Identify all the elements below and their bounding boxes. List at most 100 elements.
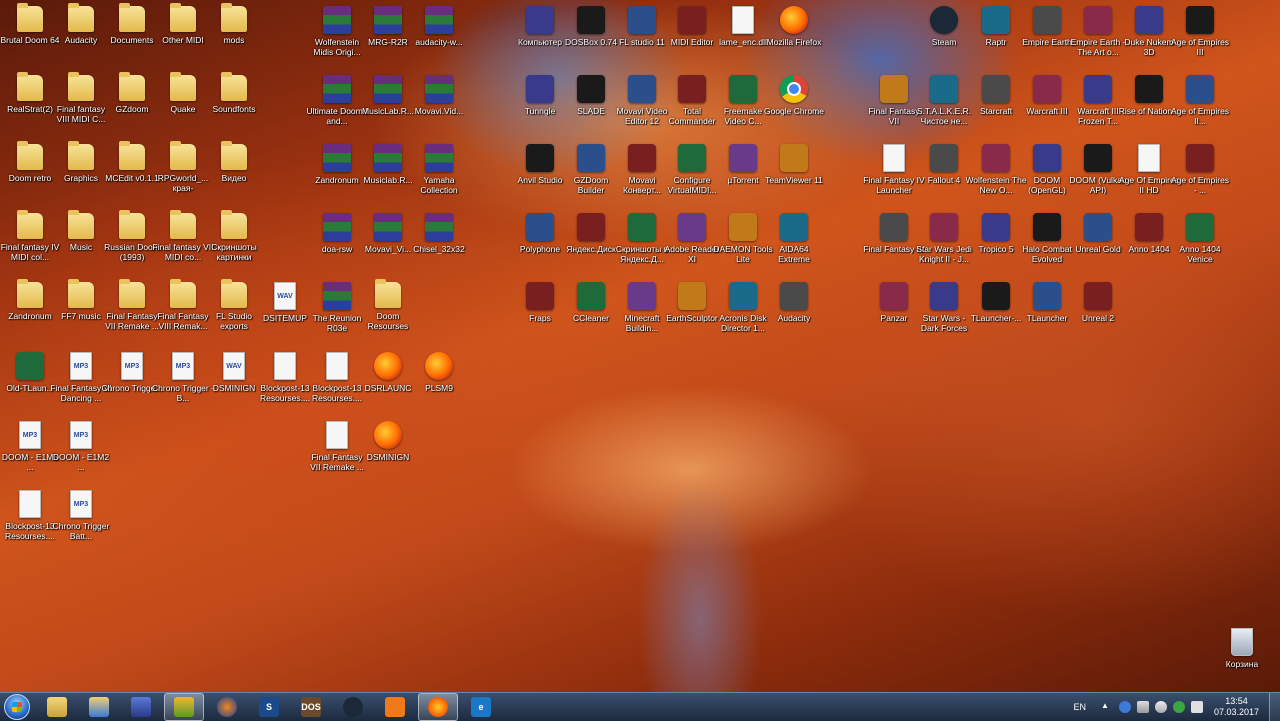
taskbar-button-edge[interactable]: e bbox=[462, 694, 500, 720]
app-icon bbox=[628, 282, 656, 310]
document-icon bbox=[19, 490, 41, 518]
firefox-icon bbox=[428, 697, 448, 717]
desktop-icon[interactable]: Корзина bbox=[1212, 628, 1272, 669]
app-icon bbox=[526, 75, 554, 103]
taskbar-button-libraries[interactable] bbox=[80, 694, 118, 720]
winrar-archive-icon bbox=[323, 282, 351, 310]
winrar-archive-icon bbox=[374, 213, 402, 241]
folder-icon bbox=[17, 210, 43, 239]
app-icon bbox=[880, 213, 908, 241]
app-icon bbox=[1033, 6, 1061, 34]
taskbar-button-slade[interactable]: S bbox=[250, 694, 288, 720]
document-icon bbox=[883, 144, 905, 172]
desktop-icon[interactable]: Google Chrome bbox=[764, 75, 824, 116]
app-icon bbox=[577, 144, 605, 172]
taskbar-button-fl-studio[interactable] bbox=[164, 693, 204, 721]
firefox-icon bbox=[374, 352, 402, 380]
desktop-icon[interactable]: MP3 Chrono Trigger Batt... bbox=[51, 490, 111, 541]
desktop-icon[interactable]: Doom Resourses bbox=[358, 279, 418, 331]
desktop-icon[interactable]: AIDA64 Extreme bbox=[764, 213, 824, 264]
help-icon[interactable] bbox=[1118, 701, 1131, 713]
desktop-icon[interactable]: Видео bbox=[204, 141, 264, 183]
slade-icon: S bbox=[259, 697, 279, 717]
clock-time: 13:54 bbox=[1225, 696, 1248, 706]
folder-icon bbox=[221, 279, 247, 308]
app-icon bbox=[982, 213, 1010, 241]
desktop-icon[interactable]: Audacity bbox=[764, 282, 824, 323]
desktop-icon-label: Yamaha Collection bbox=[420, 175, 458, 195]
clock[interactable]: 13:54 07.03.2017 bbox=[1214, 696, 1259, 718]
firefox-icon bbox=[374, 421, 402, 449]
desktop-icon[interactable]: Star Wars - Dark Forces bbox=[914, 282, 974, 333]
taskbar-button-dosbox[interactable]: DOS bbox=[292, 694, 330, 720]
show-desktop-button[interactable] bbox=[1269, 693, 1280, 721]
desktop-icon[interactable]: Mozilla Firefox bbox=[764, 6, 824, 47]
desktop-icon[interactable]: S.T.A.L.K.E.R. Чистое не... bbox=[914, 75, 974, 126]
folder-icon bbox=[68, 141, 94, 170]
document-icon bbox=[1138, 144, 1160, 172]
app-icon bbox=[880, 75, 908, 103]
system-tray: EN ▲ 13:54 07.03.2017 bbox=[1073, 693, 1280, 721]
desktop-icon[interactable]: Soundfonts bbox=[204, 72, 264, 114]
firefox-icon bbox=[780, 6, 808, 34]
clock-date: 07.03.2017 bbox=[1213, 707, 1259, 717]
desktop-icon[interactable]: Скриншоты картинки bbox=[204, 210, 264, 262]
dosbox-icon: DOS bbox=[301, 697, 321, 717]
desktop-icon[interactable]: Age of Empires - ... bbox=[1170, 144, 1230, 195]
app-icon bbox=[930, 282, 958, 310]
app-icon bbox=[1084, 213, 1112, 241]
taskbar-button-raptr[interactable] bbox=[376, 694, 414, 720]
folder-icon bbox=[68, 72, 94, 101]
app-icon bbox=[780, 144, 808, 172]
desktop-icon[interactable]: PLSM9 bbox=[409, 352, 469, 393]
app-icon bbox=[526, 144, 554, 172]
start-button[interactable] bbox=[0, 693, 34, 721]
network-icon[interactable] bbox=[1136, 701, 1149, 713]
volume-icon[interactable] bbox=[1154, 701, 1167, 713]
update-icon[interactable] bbox=[1172, 701, 1185, 713]
taskbar-button-save[interactable] bbox=[122, 694, 160, 720]
mp3-file-icon: MP3 bbox=[70, 352, 92, 380]
wav-file-icon: WAV bbox=[223, 352, 245, 380]
desktop-icon[interactable]: Age of Empires III bbox=[1170, 6, 1230, 57]
desktop-icon-label: DOOM - E1M2 ... bbox=[52, 452, 110, 472]
desktop-icon[interactable]: Age of Empires II... bbox=[1170, 75, 1230, 126]
flag-icon[interactable] bbox=[1190, 701, 1203, 713]
mp3-file-icon: MP3 bbox=[70, 421, 92, 449]
show-hidden-icons-icon[interactable]: ▲ bbox=[1101, 701, 1113, 713]
desktop-icon[interactable]: Anno 1404 Venice bbox=[1170, 213, 1230, 264]
desktop-icon[interactable]: DSMINIGN bbox=[358, 421, 418, 462]
app-icon bbox=[729, 213, 757, 241]
language-indicator[interactable]: EN bbox=[1073, 702, 1086, 712]
desktop-icon[interactable]: mods bbox=[204, 3, 264, 45]
taskbar-button-audacity[interactable] bbox=[208, 694, 246, 720]
desktop-icon-label: AIDA64 Extreme bbox=[778, 244, 810, 264]
desktop-icon[interactable]: Chisel_32x32 bbox=[409, 213, 469, 254]
mp3-file-icon: MP3 bbox=[172, 352, 194, 380]
taskbar-button-explorer[interactable] bbox=[38, 694, 76, 720]
folder-icon bbox=[119, 72, 145, 101]
folder-icon bbox=[17, 279, 43, 308]
folder-icon bbox=[170, 141, 196, 170]
winrar-archive-icon bbox=[323, 144, 351, 172]
desktop-icon-label: Age of Empires II... bbox=[1170, 106, 1230, 126]
desktop-icon[interactable]: Unreal 2 bbox=[1068, 282, 1128, 323]
desktop-icon[interactable]: audacity-w... bbox=[409, 6, 469, 47]
desktop-icon[interactable]: TeamViewer 11 bbox=[764, 144, 824, 185]
desktop-icon[interactable]: MP3 DOOM - E1M2 ... bbox=[51, 421, 111, 472]
taskbar-button-firefox[interactable] bbox=[418, 693, 458, 721]
app-icon bbox=[678, 75, 706, 103]
desktop-icon[interactable]: Movavi.Vid... bbox=[409, 75, 469, 116]
app-icon bbox=[930, 144, 958, 172]
folder-icon bbox=[221, 210, 247, 239]
desktop-icon[interactable]: Star Wars Jedi Knight II - J... bbox=[914, 213, 974, 264]
wav-file-icon: WAV bbox=[274, 282, 296, 310]
app-icon bbox=[577, 213, 605, 241]
app-icon bbox=[982, 75, 1010, 103]
app-icon bbox=[1033, 282, 1061, 310]
app-icon bbox=[628, 6, 656, 34]
desktop-icon-label: Chisel_32x32 bbox=[413, 244, 465, 254]
desktop-icon[interactable]: Yamaha Collection bbox=[409, 144, 469, 195]
taskbar-button-steam[interactable] bbox=[334, 694, 372, 720]
desktop-icon-label: Age of Empires III bbox=[1170, 37, 1230, 57]
